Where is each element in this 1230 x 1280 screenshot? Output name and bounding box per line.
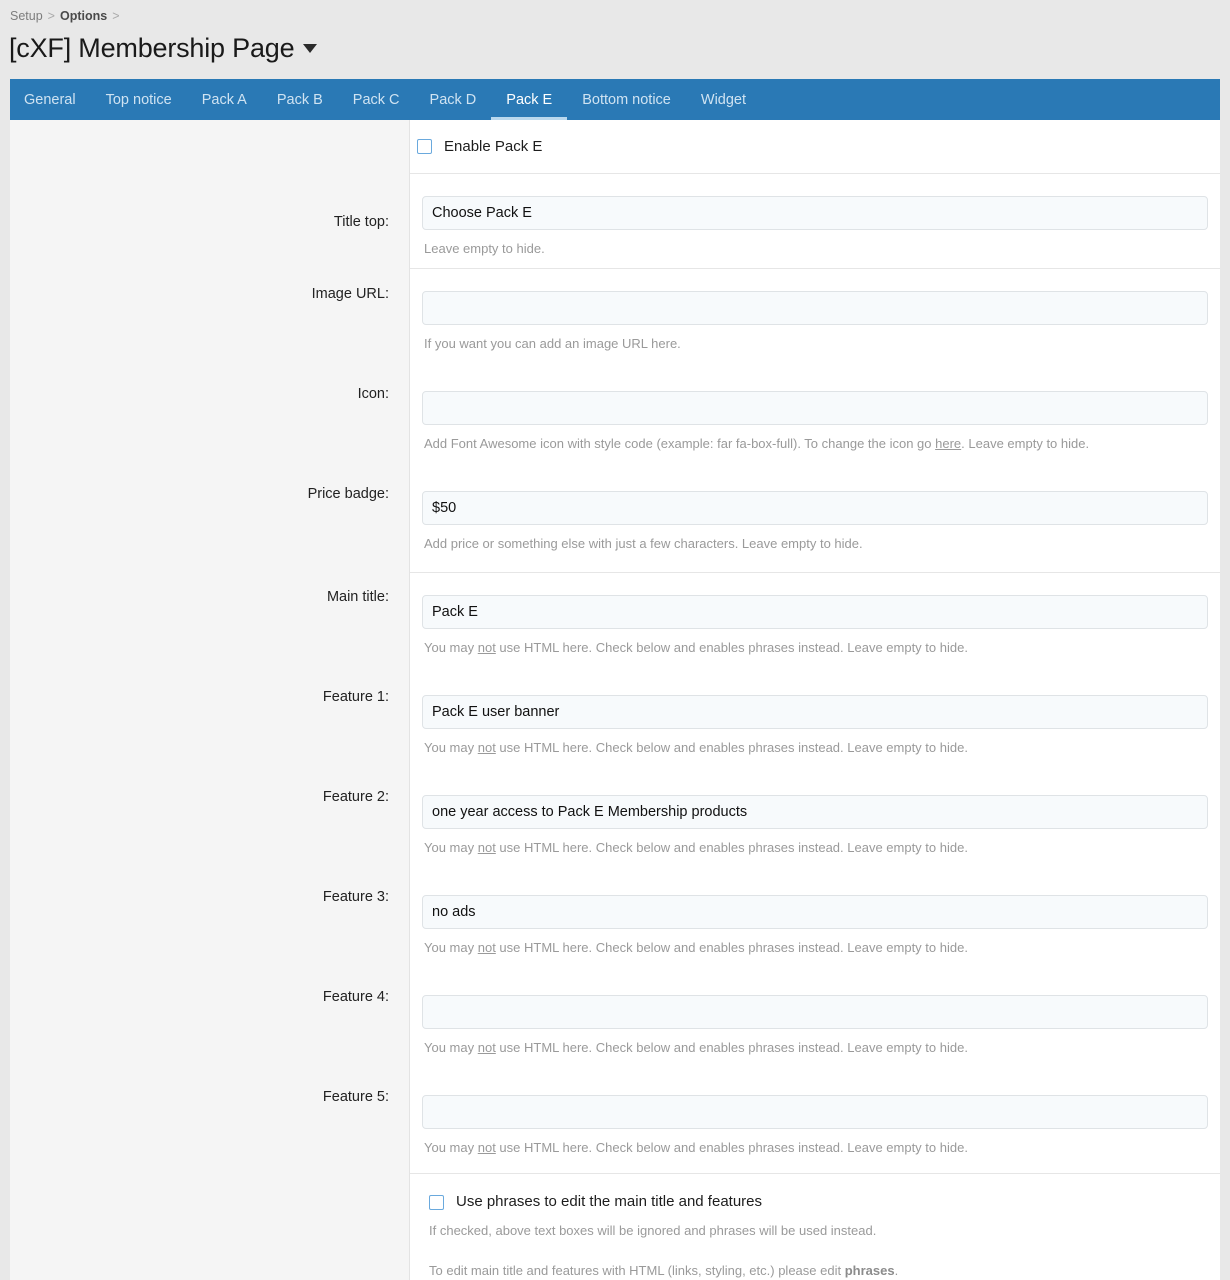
price-badge-input[interactable] [422,491,1208,525]
phrases-emphasis: phrases [844,1263,895,1278]
icon-input[interactable] [422,391,1208,425]
page-title: [cXF] Membership Page [9,33,295,63]
label-feature-2: Feature 2: [322,789,389,805]
tab-widget[interactable]: Widget [686,79,761,120]
row-icon: Add Font Awesome icon with style code (e… [410,369,1220,469]
hint-icon: Add Font Awesome icon with style code (e… [422,435,1208,452]
feature-5-input[interactable] [422,1095,1208,1129]
hint-icon-pre: Add Font Awesome icon with style code (e… [424,436,936,451]
hint-emphasis: not [477,840,496,855]
hint-feature-5: You may not use HTML here. Check below a… [422,1139,1208,1156]
hint-post: use HTML here. Check below and enables p… [495,940,968,955]
hint-pre: You may [424,1040,478,1055]
use-phrases-label: Use phrases to edit the main title and f… [456,1193,763,1210]
label-column: Title top: Image URL: Icon: Price badge:… [10,120,410,1280]
hint-use-phrases-2: To edit main title and features with HTM… [422,1262,1208,1279]
label-title-top: Title top: [333,214,389,230]
hint-pre: You may [424,940,478,955]
hint-pre: You may [424,1140,478,1155]
control-column: Enable Pack E Leave empty to hide. If yo… [410,120,1220,1280]
breadcrumb-item-setup[interactable]: Setup [10,9,43,23]
hint-post: use HTML here. Check below and enables p… [495,640,968,655]
hint-post: use HTML here. Check below and enables p… [495,1040,968,1055]
hint-title-top: Leave empty to hide. [424,241,545,256]
tab-pack-e[interactable]: Pack E [491,79,568,120]
tab-pack-a[interactable]: Pack A [187,79,262,120]
hint-feature-3: You may not use HTML here. Check below a… [422,939,1208,956]
label-feature-1: Feature 1: [322,689,389,705]
tab-pack-c[interactable]: Pack C [338,79,415,120]
hint-emphasis: not [477,740,496,755]
main-title-input[interactable] [422,595,1208,629]
tab-pack-b[interactable]: Pack B [262,79,338,120]
row-feature-5: You may not use HTML here. Check below a… [410,1073,1220,1173]
hint-post: use HTML here. Check below and enables p… [495,1140,968,1155]
use-phrases-row: Use phrases to edit the main title and f… [422,1193,1208,1211]
hint-post: . [894,1263,899,1278]
row-use-phrases: Use phrases to edit the main title and f… [410,1174,1220,1279]
feature-4-input[interactable] [422,995,1208,1029]
hint-use-phrases-1: If checked, above text boxes will be ign… [429,1223,877,1238]
hint-feature-4: You may not use HTML here. Check below a… [422,1039,1208,1056]
hint-main-title: You may not use HTML here. Check below a… [422,639,1208,656]
feature-1-input[interactable] [422,695,1208,729]
image-url-input[interactable] [422,291,1208,325]
hint-pre: You may [424,640,478,655]
label-feature-3: Feature 3: [322,889,389,905]
row-main-title: You may not use HTML here. Check below a… [410,573,1220,673]
tab-pack-d[interactable]: Pack D [415,79,492,120]
hint-emphasis: not [477,1140,496,1155]
hint-emphasis: not [477,940,496,955]
enable-pack-e-checkbox[interactable] [417,139,432,154]
breadcrumb-separator: > [47,9,55,23]
hint-post: use HTML here. Check below and enables p… [495,840,968,855]
hint-post: use HTML here. Check below and enables p… [495,740,968,755]
row-image-url: If you want you can add an image URL her… [410,269,1220,369]
row-feature-4: You may not use HTML here. Check below a… [410,973,1220,1073]
tab-top-notice[interactable]: Top notice [91,79,187,120]
row-feature-2: You may not use HTML here. Check below a… [410,773,1220,873]
hint-feature-1: You may not use HTML here. Check below a… [422,739,1208,756]
page-title-bar: [cXF] Membership Page [0,26,1230,70]
title-top-input[interactable] [422,196,1208,230]
row-title-top: Leave empty to hide. [410,174,1220,268]
label-main-title: Main title: [326,589,389,605]
hint-feature-2: You may not use HTML here. Check below a… [422,839,1208,856]
hint-icon-post: . Leave empty to hide. [961,436,1090,451]
hint-pre: You may [424,740,478,755]
row-price-badge: Add price or something else with just a … [410,469,1220,572]
row-feature-3: You may not use HTML here. Check below a… [410,873,1220,973]
tab-bar: General Top notice Pack A Pack B Pack C … [10,79,1220,120]
tab-bottom-notice[interactable]: Bottom notice [567,79,686,120]
icon-here-link[interactable]: here [935,436,961,451]
label-icon: Icon: [357,386,389,402]
breadcrumb-separator-2: > [112,9,120,23]
enable-pack-e-row: Enable Pack E [410,120,1220,173]
label-feature-4: Feature 4: [322,989,389,1005]
app-page: Setup > Options > [cXF] Membership Page Gen… [0,0,1230,1280]
hint-pre: To edit main title and features with HTM… [429,1263,845,1278]
enable-pack-e-label: Enable Pack E [444,137,543,155]
hint-emphasis: not [477,640,496,655]
label-image-url: Image URL: [311,286,389,302]
tab-general[interactable]: General [10,79,91,120]
label-feature-5: Feature 5: [322,1089,389,1105]
hint-emphasis: not [477,1040,496,1055]
use-phrases-checkbox[interactable] [429,1194,444,1210]
hint-image-url: If you want you can add an image URL her… [424,336,681,351]
options-form: Title top: Image URL: Icon: Price badge:… [10,120,1220,1280]
chevron-down-icon[interactable] [303,43,318,53]
label-price-badge: Price badge: [307,486,389,502]
breadcrumb-item-options[interactable]: Options [60,9,107,23]
hint-price-badge: Add price or something else with just a … [424,536,863,551]
hint-pre: You may [424,840,478,855]
row-feature-1: You may not use HTML here. Check below a… [410,673,1220,773]
breadcrumb: Setup > Options > [0,0,1230,26]
feature-2-input[interactable] [422,795,1208,829]
feature-3-input[interactable] [422,895,1208,929]
